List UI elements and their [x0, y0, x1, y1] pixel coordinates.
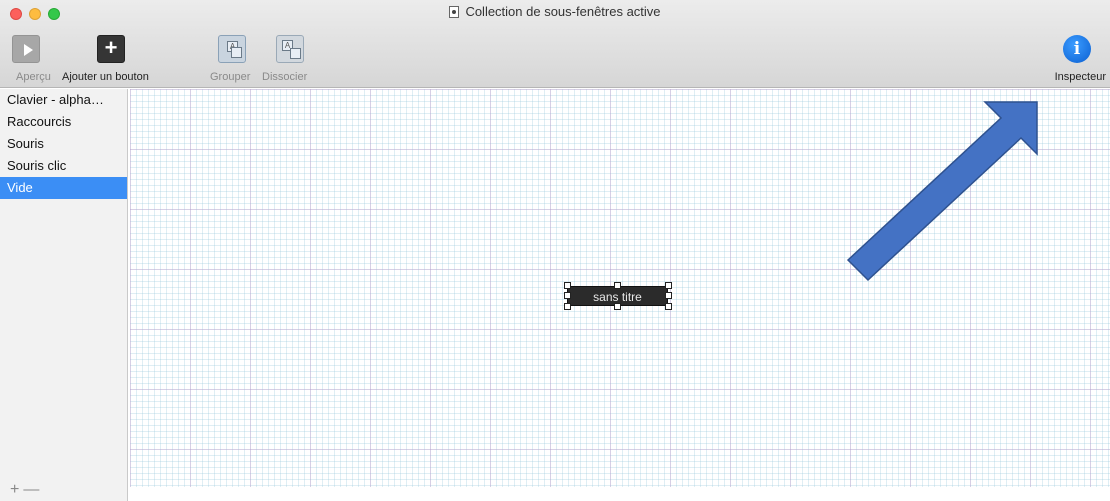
annotation-arrow — [846, 101, 1038, 282]
main-window: Collection de sous-fenêtres active Aperç… — [0, 0, 1110, 501]
annotation-arrow-shape — [846, 101, 1038, 282]
